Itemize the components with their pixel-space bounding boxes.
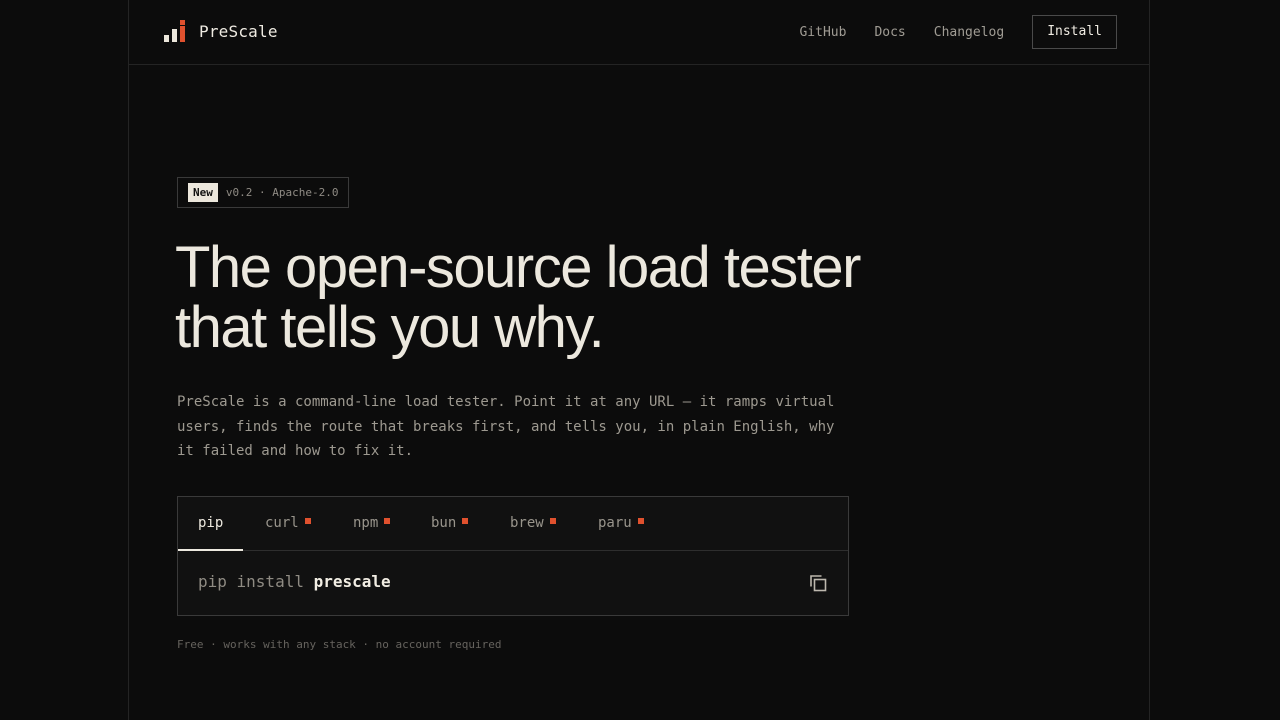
marker-square-icon bbox=[549, 518, 556, 524]
version-meta: v0.2 · Apache-2.0 bbox=[225, 186, 339, 199]
tab-curl[interactable]: curl bbox=[265, 497, 311, 550]
package-manager-tabs: pip curl npm bun brew paru bbox=[177, 497, 848, 551]
version-badge: New v0.2 · Apache-2.0 bbox=[177, 177, 350, 208]
page-frame: PreScale GitHub Docs Changelog Install N… bbox=[128, 0, 1150, 720]
new-tag: New bbox=[188, 183, 218, 202]
marker-square-icon bbox=[384, 518, 391, 524]
tab-label: bun bbox=[431, 515, 457, 531]
marker-square-icon bbox=[637, 518, 644, 524]
brand-name: PreScale bbox=[199, 21, 278, 41]
tab-label: npm bbox=[353, 515, 379, 531]
nav-link-github[interactable]: GitHub bbox=[799, 25, 846, 40]
nav-link-docs[interactable]: Docs bbox=[874, 25, 905, 40]
install-command-panel: pip curl npm bun brew paru pip install p… bbox=[177, 496, 849, 616]
headline-line-1: The open-source load tester bbox=[175, 235, 861, 300]
tab-paru[interactable]: paru bbox=[598, 497, 644, 550]
tab-label: pip bbox=[198, 515, 224, 531]
command-prefix: pip install bbox=[198, 572, 304, 591]
tab-brew[interactable]: brew bbox=[510, 497, 556, 550]
install-command[interactable]: pip install prescale bbox=[198, 572, 391, 591]
brand[interactable]: PreScale bbox=[163, 20, 278, 42]
hero-description: PreScale is a command-line load tester. … bbox=[177, 394, 835, 459]
top-nav: PreScale GitHub Docs Changelog Install bbox=[129, 0, 1149, 65]
headline-line-2: that tells you why. bbox=[175, 295, 605, 360]
bar-chart-logo-icon bbox=[163, 20, 189, 42]
marker-square-icon bbox=[462, 518, 469, 524]
nav-links: GitHub Docs Changelog Install bbox=[799, 15, 1117, 49]
install-footnote: Free · works with any stack · no account… bbox=[177, 638, 502, 651]
tab-pip[interactable]: pip bbox=[177, 497, 244, 551]
nav-link-changelog[interactable]: Changelog bbox=[934, 25, 1004, 40]
tab-npm[interactable]: npm bbox=[353, 497, 391, 550]
tab-label: paru bbox=[598, 515, 632, 531]
install-button[interactable]: Install bbox=[1032, 15, 1117, 49]
tab-label: brew bbox=[510, 515, 544, 531]
command-package: prescale bbox=[313, 572, 391, 591]
hero-headline: The open-source load tester that tells y… bbox=[175, 238, 995, 358]
tab-label: curl bbox=[265, 515, 299, 531]
copy-icon[interactable] bbox=[808, 573, 828, 593]
tab-bun[interactable]: bun bbox=[431, 497, 469, 550]
marker-square-icon bbox=[304, 518, 311, 524]
